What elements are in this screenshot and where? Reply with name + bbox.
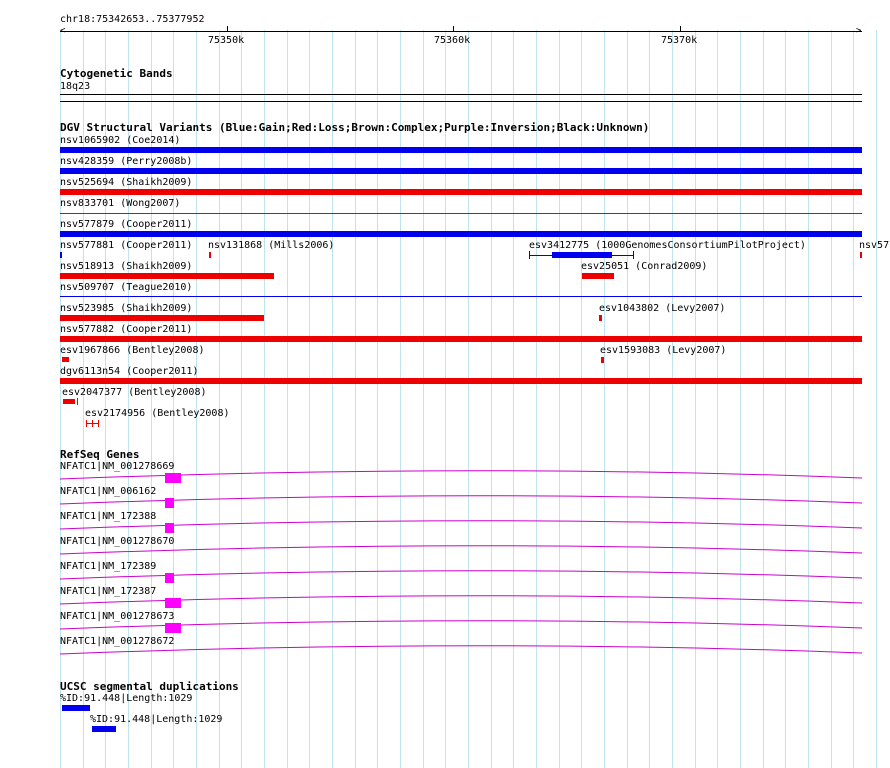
gene-exon[interactable] (165, 573, 174, 583)
gene-label[interactable]: NFATC1|NM_172388 (60, 511, 156, 523)
gene-label[interactable]: NFATC1|NM_001278672 (60, 636, 174, 648)
gene-exon[interactable] (165, 623, 181, 633)
gene-exon[interactable] (165, 473, 181, 483)
segdup-label[interactable]: %ID:91.448|Length:1029 (90, 714, 222, 726)
refseq-intron-lines (59, 470, 863, 655)
gene-label[interactable]: NFATC1|NM_006162 (60, 486, 156, 498)
gene-label[interactable]: NFATC1|NM_172389 (60, 561, 156, 573)
segdup-label[interactable]: %ID:91.448|Length:1029 (60, 693, 192, 705)
gene-exon[interactable] (165, 598, 181, 608)
segdup-feature[interactable] (92, 726, 116, 732)
gene-exon[interactable] (165, 498, 174, 508)
genome-browser-panel: chr18:75342653..75377952 < > 75350k 7536… (0, 0, 890, 768)
gene-exon[interactable] (165, 523, 174, 533)
gene-label[interactable]: NFATC1|NM_172387 (60, 586, 156, 598)
gene-label[interactable]: NFATC1|NM_001278673 (60, 611, 174, 623)
segdup-track-title[interactable]: UCSC segmental duplications (60, 680, 239, 693)
segdup-feature[interactable] (62, 705, 90, 711)
gene-label[interactable]: NFATC1|NM_001278669 (60, 461, 174, 473)
gene-label[interactable]: NFATC1|NM_001278670 (60, 536, 174, 548)
